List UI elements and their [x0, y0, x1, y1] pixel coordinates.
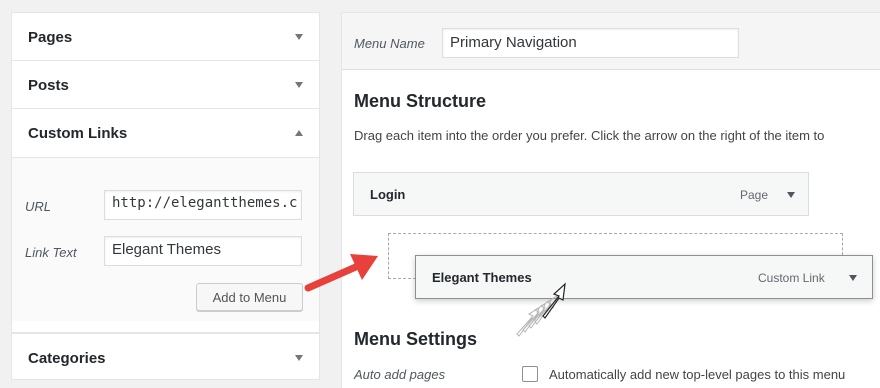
menu-item-title: Login	[370, 186, 406, 202]
link-text-label: Link Text	[25, 245, 77, 260]
accordion-title: Categories	[28, 349, 106, 367]
menu-editor-panel: Menu Name Primary Navigation Menu Struct…	[341, 12, 880, 388]
accordion-header-categories[interactable]: Categories	[12, 334, 319, 382]
menu-name-label: Menu Name	[354, 36, 425, 51]
accordion-header-posts[interactable]: Posts	[12, 61, 319, 109]
caret-down-icon	[295, 34, 303, 40]
menu-item-type: Page	[740, 188, 769, 202]
caret-down-icon	[295, 355, 303, 361]
link-text-input[interactable]: Elegant Themes	[104, 236, 302, 266]
menu-item-type: Custom Link	[758, 271, 825, 285]
add-to-menu-button[interactable]: Add to Menu	[196, 283, 303, 311]
menu-item-login[interactable]: Login Page	[353, 172, 809, 216]
drag-cursor-icon	[516, 282, 566, 337]
menu-structure-title: Menu Structure	[354, 91, 487, 111]
caret-up-icon	[295, 130, 303, 136]
menu-header: Menu Name Primary Navigation	[342, 13, 880, 70]
accordion-categories: Categories	[12, 333, 319, 381]
accordion-header-custom-links[interactable]: Custom Links	[12, 109, 319, 157]
auto-add-checkbox[interactable]	[522, 366, 538, 382]
accordion-pages: Pages	[12, 13, 319, 61]
menu-item-elegant-themes[interactable]: Elegant Themes Custom Link	[415, 255, 873, 299]
auto-add-label: Auto add pages	[354, 367, 446, 382]
menu-settings-title: Menu Settings	[354, 329, 478, 349]
add-menu-items-panel: Pages Posts Custom Links URL http://eleg…	[11, 12, 320, 380]
url-label: URL	[25, 199, 52, 214]
url-input[interactable]: http://elegantthemes.c	[104, 190, 302, 220]
caret-down-icon	[295, 82, 303, 88]
auto-add-checkbox-label: Automatically add new top-level pages to…	[549, 367, 846, 382]
accordion-title: Custom Links	[28, 124, 128, 142]
accordion-posts: Posts	[12, 61, 319, 109]
menu-name-input[interactable]: Primary Navigation	[442, 28, 739, 58]
caret-down-icon[interactable]	[849, 275, 857, 281]
accordion-header-pages[interactable]: Pages	[12, 13, 319, 61]
accordion-title: Posts	[28, 76, 69, 94]
menu-instructions: Drag each item into the order you prefer…	[354, 128, 825, 143]
caret-down-icon[interactable]	[787, 192, 795, 198]
accordion-title: Pages	[28, 28, 73, 46]
annotation-arrow-icon	[304, 254, 378, 292]
